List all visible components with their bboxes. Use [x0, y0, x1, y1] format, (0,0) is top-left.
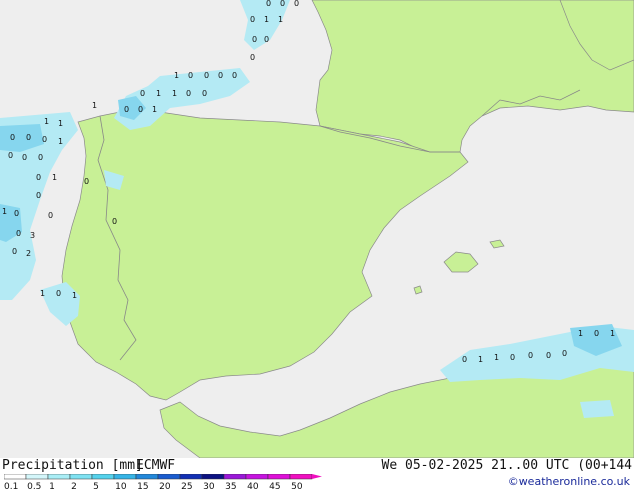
legend-swatch	[135, 474, 159, 480]
precip-value: 1	[156, 89, 161, 98]
precip-value: 0	[42, 135, 47, 144]
precip-value: 3	[30, 231, 35, 240]
precip-value: 1	[40, 289, 45, 298]
precip-value: 0	[218, 71, 223, 80]
legend-label: 20	[159, 482, 171, 490]
legend-label: 45	[269, 482, 280, 490]
precipitation-legend: 0.1 0.5 1 2 5 10 15 20 25 30 35 40 45 50	[4, 474, 322, 490]
legend-swatch	[157, 474, 181, 480]
precip-value: 0	[14, 209, 19, 218]
legend-swatch	[179, 474, 203, 480]
precip-value: 0	[84, 177, 89, 186]
precip-value: 0	[294, 0, 299, 8]
legend-swatch	[91, 474, 115, 480]
precip-value: 0	[12, 247, 17, 256]
precip-value: 0	[250, 53, 255, 62]
precip-value: 2	[26, 249, 31, 258]
legend-swatch	[289, 474, 313, 480]
legend-label: 2	[71, 482, 77, 490]
credit-link[interactable]: ©weatheronline.co.uk	[508, 475, 630, 488]
precip-value: 0	[138, 105, 143, 114]
legend-label: 30	[203, 482, 215, 490]
footer: Precipitation [mm] ECMWF We 05-02-2025 2…	[0, 458, 634, 490]
legend-swatch	[201, 474, 225, 480]
legend-swatch	[25, 474, 49, 480]
forecast-datetime: We 05-02-2025 21..00 UTC (00+144	[381, 458, 632, 473]
precip-value: 1	[278, 15, 283, 24]
precip-value: 0	[8, 151, 13, 160]
legend-label: 50	[291, 482, 303, 490]
precip-value: 1	[58, 119, 63, 128]
precip-value: 0	[250, 15, 255, 24]
legend-label: 1	[49, 482, 55, 490]
precip-value: 0	[562, 349, 567, 358]
precip-value: 0	[26, 133, 31, 142]
precip-value: 0	[204, 71, 209, 80]
legend-label: 0.1	[4, 482, 18, 490]
legend-swatch	[267, 474, 291, 480]
precip-value: 0	[36, 173, 41, 182]
map-title: Precipitation [mm]	[2, 458, 143, 473]
precip-value: 0	[112, 217, 117, 226]
precip-value: 0	[10, 133, 15, 142]
precip-value: 0	[38, 153, 43, 162]
legend-swatch	[4, 474, 27, 480]
legend-label: 10	[115, 482, 127, 490]
legend-swatch	[223, 474, 247, 480]
precip-value: 0	[510, 353, 515, 362]
precip-value: 0	[56, 289, 61, 298]
precip-value: 0	[528, 351, 533, 360]
precip-value: 0	[188, 71, 193, 80]
precip-value: 0	[186, 89, 191, 98]
precip-value: 1	[494, 353, 499, 362]
precip-value: 0	[462, 355, 467, 364]
legend-label: 25	[181, 482, 192, 490]
precip-value: 0	[232, 71, 237, 80]
precip-value: 0	[594, 329, 599, 338]
legend-label: 5	[93, 482, 99, 490]
precip-value: 1	[578, 329, 583, 338]
precip-value: 0	[36, 191, 41, 200]
precip-value: 1	[44, 117, 49, 126]
legend-swatch	[69, 474, 93, 480]
precip-value: 1	[172, 89, 177, 98]
precip-value: 1	[478, 355, 483, 364]
precip-value: 1	[2, 207, 7, 216]
precip-value: 1	[174, 71, 179, 80]
precip-value: 0	[280, 0, 285, 8]
precip-value: 1	[152, 105, 157, 114]
legend-label: 40	[247, 482, 259, 490]
precip-value: 1	[610, 329, 615, 338]
legend-label: 35	[225, 482, 236, 490]
precip-value: 0	[264, 35, 269, 44]
precip-value: 0	[252, 35, 257, 44]
precip-value: 1	[72, 291, 77, 300]
legend-swatch	[245, 474, 269, 480]
precip-value: 1	[264, 15, 269, 24]
legend-swatch	[113, 474, 137, 480]
precip-value: 0	[546, 351, 551, 360]
precip-value: 1	[52, 173, 57, 182]
precip-value: 0	[266, 0, 271, 8]
model-name: ECMWF	[136, 458, 176, 473]
legend-swatch	[47, 474, 71, 480]
precip-value: 1	[58, 137, 63, 146]
legend-label: 0.5	[27, 482, 41, 490]
precip-value: 0	[48, 211, 53, 220]
legend-label: 15	[137, 482, 148, 490]
precip-value: 1	[92, 101, 97, 110]
precip-value: 0	[140, 89, 145, 98]
precipitation-map: 0 0 0 0 1 1 0 0 0 1 0 0 0 0 0 1 1 0 0 1 …	[0, 0, 634, 458]
precip-value: 0	[16, 229, 21, 238]
precip-value: 0	[124, 105, 129, 114]
precip-value: 0	[22, 153, 27, 162]
precip-value: 0	[202, 89, 207, 98]
legend-arrow	[312, 474, 322, 479]
